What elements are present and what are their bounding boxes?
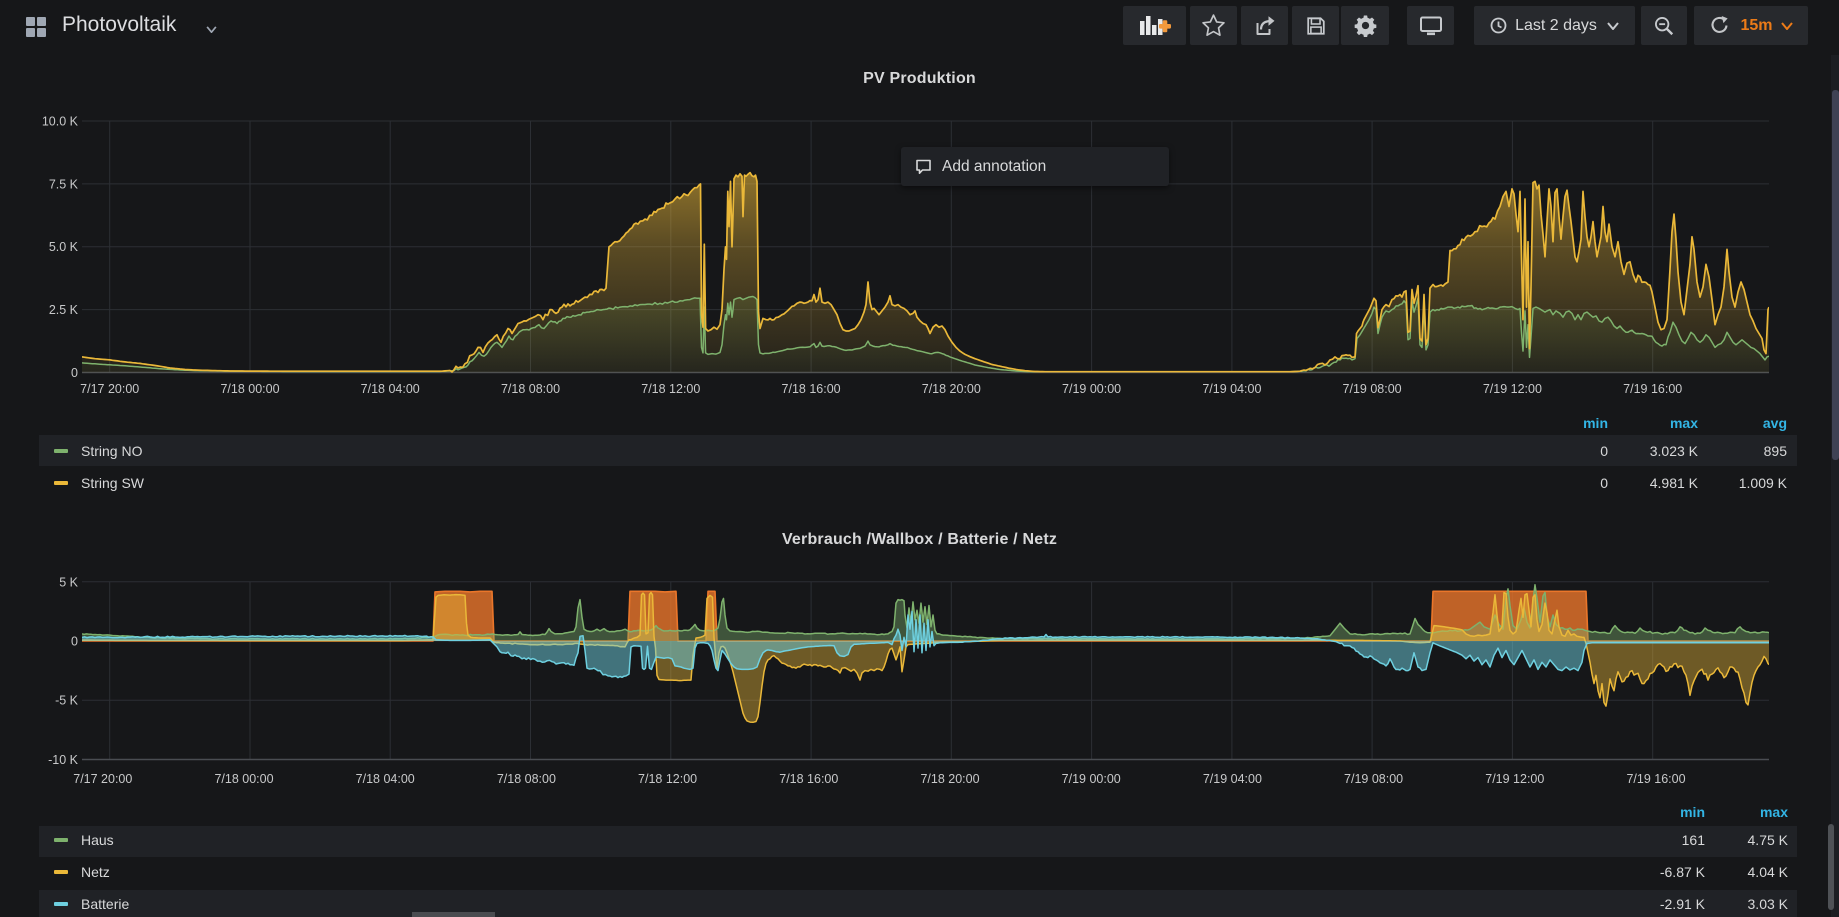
svg-text:7/18 00:00: 7/18 00:00 <box>214 772 273 786</box>
svg-text:5.0 K: 5.0 K <box>49 240 79 254</box>
svg-text:7/18 04:00: 7/18 04:00 <box>356 772 415 786</box>
svg-text:7/18 20:00: 7/18 20:00 <box>920 772 979 786</box>
svg-text:7/18 04:00: 7/18 04:00 <box>361 382 420 396</box>
svg-text:7/18 12:00: 7/18 12:00 <box>638 772 697 786</box>
svg-text:7/18 08:00: 7/18 08:00 <box>501 382 560 396</box>
svg-text:7/18 16:00: 7/18 16:00 <box>779 772 838 786</box>
svg-text:2.5 K: 2.5 K <box>49 303 79 317</box>
svg-text:7/19 08:00: 7/19 08:00 <box>1344 772 1403 786</box>
svg-text:7/19 16:00: 7/19 16:00 <box>1626 772 1685 786</box>
svg-text:5 K: 5 K <box>59 575 78 589</box>
svg-text:7/19 00:00: 7/19 00:00 <box>1062 772 1121 786</box>
svg-text:7.5 K: 7.5 K <box>49 177 79 191</box>
svg-text:7/19 04:00: 7/19 04:00 <box>1202 382 1261 396</box>
svg-text:7/19 00:00: 7/19 00:00 <box>1062 382 1121 396</box>
svg-text:-5 K: -5 K <box>55 694 79 708</box>
svg-text:7/19 12:00: 7/19 12:00 <box>1483 382 1542 396</box>
svg-text:7/19 04:00: 7/19 04:00 <box>1203 772 1262 786</box>
svg-text:7/18 00:00: 7/18 00:00 <box>220 382 279 396</box>
svg-text:10.0 K: 10.0 K <box>42 115 79 129</box>
svg-text:7/18 16:00: 7/18 16:00 <box>782 382 841 396</box>
svg-text:7/18 08:00: 7/18 08:00 <box>497 772 556 786</box>
svg-text:7/18 20:00: 7/18 20:00 <box>922 382 981 396</box>
svg-text:0: 0 <box>71 635 78 649</box>
svg-text:-10 K: -10 K <box>48 753 79 767</box>
svg-text:7/19 16:00: 7/19 16:00 <box>1623 382 1682 396</box>
svg-text:7/17 20:00: 7/17 20:00 <box>80 382 139 396</box>
svg-text:7/19 08:00: 7/19 08:00 <box>1343 382 1402 396</box>
svg-text:7/19 12:00: 7/19 12:00 <box>1485 772 1544 786</box>
svg-text:7/17 20:00: 7/17 20:00 <box>73 772 132 786</box>
svg-text:0: 0 <box>71 366 78 380</box>
svg-text:7/18 12:00: 7/18 12:00 <box>641 382 700 396</box>
